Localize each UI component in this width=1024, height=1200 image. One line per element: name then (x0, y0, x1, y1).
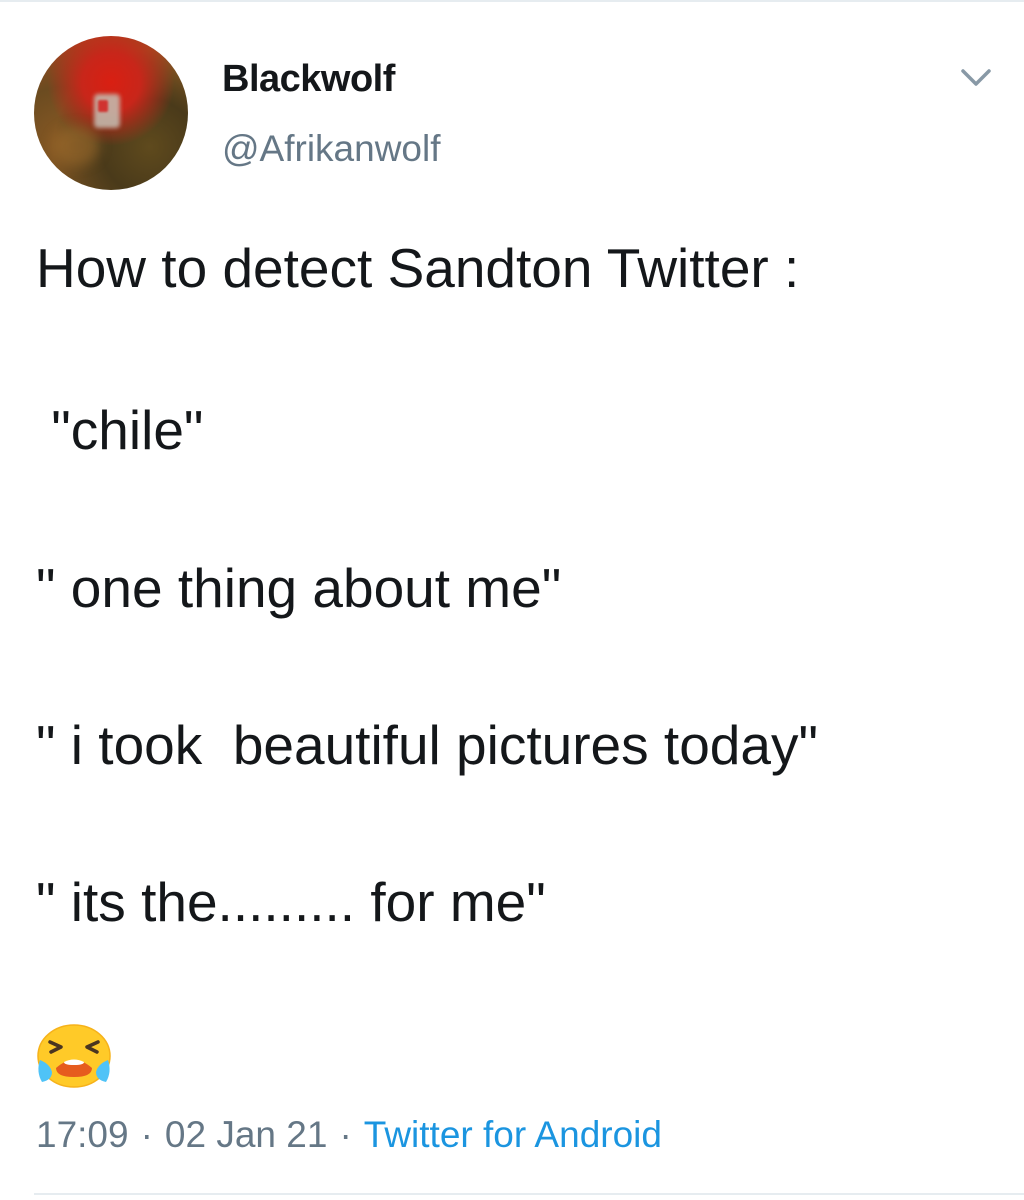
tweet-date[interactable]: 02 Jan 21 (165, 1114, 328, 1155)
tweet-source-link[interactable]: Twitter for Android (364, 1114, 662, 1155)
chevron-down-icon[interactable] (958, 62, 994, 92)
avatar-detail (52, 126, 100, 166)
tweet-line: " its the......... for me" (36, 871, 546, 933)
tweet-line: How to detect Sandton Twitter : (36, 237, 800, 299)
meta-separator: · (140, 1114, 153, 1155)
tweet-line: " i took beautiful pictures today" (36, 714, 818, 776)
user-handle[interactable]: @Afrikanwolf (222, 128, 441, 170)
tweet-line: " one thing about me" (36, 557, 562, 619)
bottom-divider (34, 1193, 1024, 1195)
meta-separator: · (339, 1114, 352, 1155)
avatar-detail (98, 100, 108, 112)
avatar[interactable] (34, 36, 188, 190)
tweet-time[interactable]: 17:09 (36, 1114, 129, 1155)
loudly-crying-face-icon (37, 1024, 111, 1088)
tweet-metadata: 17:09 · 02 Jan 21 · Twitter for Android (36, 1113, 662, 1157)
tweet-screen: Blackwolf @Afrikanwolf How to detect San… (0, 0, 1024, 1200)
tweet-line: "chile" (36, 399, 204, 461)
top-divider (0, 0, 1024, 2)
display-name[interactable]: Blackwolf (222, 58, 395, 101)
